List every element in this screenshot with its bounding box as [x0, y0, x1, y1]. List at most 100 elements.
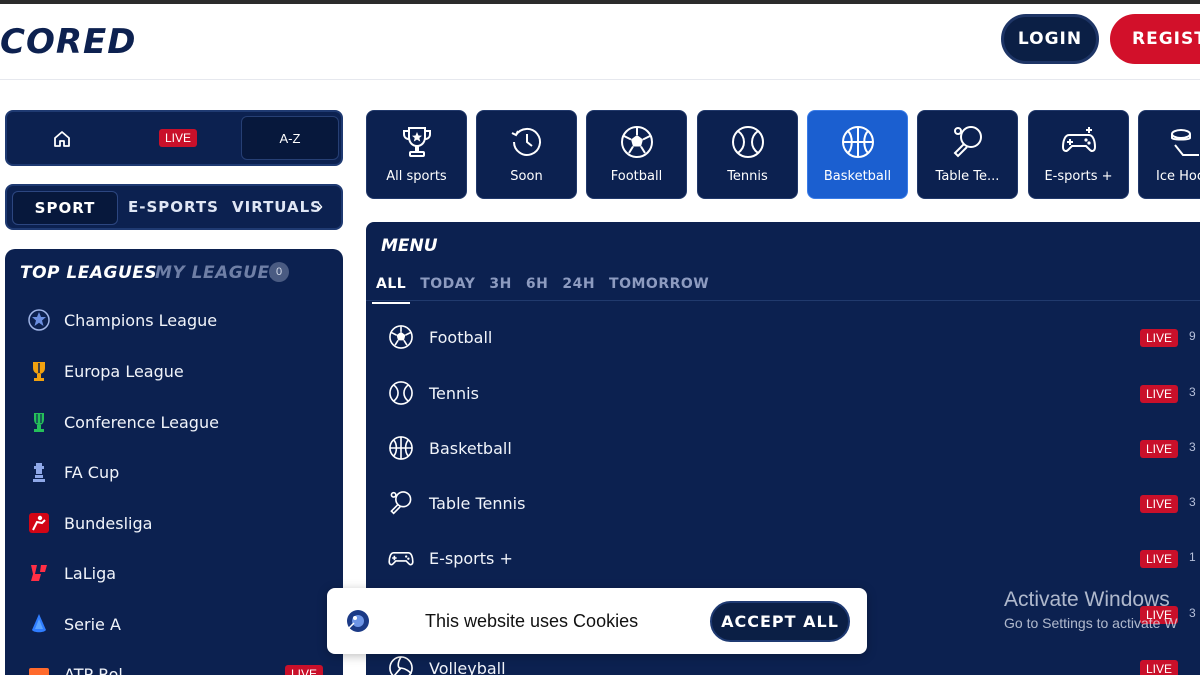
laliga-icon — [25, 559, 53, 587]
sport-row-table-tennis[interactable]: Table Tennis LIVE 3 — [386, 487, 1200, 519]
category-basketball[interactable]: Basketball — [807, 110, 908, 199]
live-badge: LIVE — [1140, 550, 1179, 568]
league-item-champions-league[interactable]: Champions League — [25, 305, 217, 335]
league-name: LaLiga — [64, 563, 117, 583]
event-count: 3 — [1189, 440, 1196, 454]
category-table-tennis[interactable]: Table Te... — [917, 110, 1018, 199]
quick-nav: LIVE A-Z — [5, 110, 343, 166]
category-football[interactable]: Football — [586, 110, 687, 199]
category-ice-hockey[interactable]: Ice Hoc — [1138, 110, 1200, 199]
chevron-right-icon[interactable]: › — [317, 196, 323, 217]
gamepad-icon — [386, 543, 416, 573]
basketball-icon — [808, 123, 907, 163]
league-live-badge: LIVE — [285, 665, 324, 675]
live-button[interactable]: LIVE — [159, 129, 198, 147]
windows-activation-watermark: Activate Windows Go to Settings to activ… — [1004, 588, 1178, 631]
event-count: 1 — [1189, 550, 1196, 564]
watermark-title: Activate Windows — [1004, 588, 1170, 611]
league-name: ATP Rol — [64, 664, 123, 675]
basketball-icon — [386, 433, 416, 463]
sport-name: Basketball — [429, 438, 512, 458]
register-button[interactable]: REGISTE — [1110, 14, 1200, 64]
live-badge: LIVE — [1140, 440, 1179, 458]
ice-hockey-icon — [1139, 123, 1200, 163]
tab-sport[interactable]: SPORT — [12, 191, 118, 225]
category-label: Soon — [510, 169, 543, 184]
home-icon[interactable] — [52, 129, 72, 154]
leagues-panel: TOP LEAGUES MY LEAGUES 0 Champions Leagu… — [5, 249, 343, 675]
sport-name: Football — [429, 327, 493, 347]
divider — [366, 300, 1200, 301]
serie-a-icon — [25, 610, 53, 638]
category-soon[interactable]: Soon — [476, 110, 577, 199]
sport-name: Tennis — [429, 383, 479, 403]
category-label: All sports — [386, 169, 447, 184]
league-name: Serie A — [64, 614, 121, 634]
fa-cup-icon — [25, 458, 53, 486]
league-name: FA Cup — [64, 462, 120, 482]
league-name: Bundesliga — [64, 513, 153, 533]
atp-icon — [25, 660, 53, 675]
league-name: Champions League — [64, 310, 218, 330]
league-item-bundesliga[interactable]: Bundesliga — [25, 508, 152, 538]
event-count: 3 — [1189, 606, 1196, 620]
football-icon — [587, 123, 686, 163]
league-item-conference-league[interactable]: Conference League — [25, 407, 219, 437]
sport-row-basketball[interactable]: Basketball LIVE 3 — [386, 432, 1200, 464]
az-button[interactable]: A-Z — [241, 116, 339, 160]
league-name: Europa League — [64, 361, 184, 381]
category-label: Tennis — [727, 169, 768, 184]
watermark-subtitle: Go to Settings to activate W — [1004, 615, 1178, 631]
sport-name: E-sports + — [429, 548, 513, 568]
trophy-icon — [367, 123, 466, 163]
category-label: Ice Hoc — [1156, 169, 1200, 184]
cookie-message: This website uses Cookies — [425, 611, 639, 631]
champions-league-icon — [25, 306, 53, 334]
category-tennis[interactable]: Tennis — [697, 110, 798, 199]
sport-name: Table Tennis — [429, 493, 526, 513]
sport-row-football[interactable]: Football LIVE 9 — [386, 321, 1200, 353]
tab-my-leagues[interactable]: MY LEAGUES — [155, 263, 282, 283]
table-tennis-icon — [386, 488, 416, 518]
clock-icon — [477, 123, 576, 163]
login-button[interactable]: LOGIN — [1001, 14, 1099, 64]
league-item-fa-cup[interactable]: FA Cup — [25, 457, 119, 487]
league-item-atp[interactable]: ATP Rol — [25, 659, 123, 675]
league-item-europa-league[interactable]: Europa League — [25, 356, 184, 386]
sport-tabs: SPORT E-SPORTS VIRTUALS › — [5, 184, 343, 230]
site-header: CORED LOGIN REGISTE — [0, 4, 1200, 80]
site-logo[interactable]: CORED — [0, 22, 136, 62]
live-badge: LIVE — [1140, 495, 1179, 513]
conference-league-icon — [25, 408, 53, 436]
tab-esports[interactable]: E-SPORTS — [128, 198, 219, 216]
category-label: Table Te... — [935, 169, 1000, 184]
category-esports[interactable]: E-sports + — [1028, 110, 1129, 199]
tab-virtuals[interactable]: VIRTUALS — [232, 198, 322, 216]
football-icon — [386, 322, 416, 352]
category-label: Basketball — [823, 169, 892, 184]
table-tennis-icon — [918, 123, 1017, 163]
my-leagues-count-badge: 0 — [269, 262, 289, 282]
league-item-laliga[interactable]: LaLiga — [25, 558, 116, 588]
bundesliga-icon — [25, 509, 53, 537]
category-label: E-sports + — [1044, 169, 1113, 184]
category-all-sports[interactable]: All sports — [366, 110, 467, 199]
live-badge: LIVE — [1140, 329, 1179, 347]
sport-row-volleyball[interactable]: Volleyball LIVE — [386, 652, 1200, 675]
event-count: 3 — [1189, 495, 1196, 509]
live-badge: LIVE — [1140, 385, 1179, 403]
menu-title: MENU — [381, 236, 438, 256]
accept-all-button[interactable]: ACCEPT ALL — [710, 601, 850, 642]
tennis-icon — [698, 123, 797, 163]
cookie-banner: This website uses Cookies ACCEPT ALL — [327, 588, 867, 654]
sport-name: Volleyball — [429, 658, 506, 675]
sport-row-tennis[interactable]: Tennis LIVE 3 — [386, 377, 1200, 409]
league-item-serie-a[interactable]: Serie A — [25, 609, 121, 639]
gamepad-icon — [1029, 123, 1128, 163]
volleyball-icon — [386, 653, 416, 675]
sport-row-esports[interactable]: E-sports + LIVE 1 — [386, 542, 1200, 574]
europa-league-icon — [25, 357, 53, 385]
tab-top-leagues[interactable]: TOP LEAGUES — [20, 263, 157, 283]
league-name: Conference League — [64, 412, 219, 432]
live-badge: LIVE — [1140, 660, 1179, 675]
